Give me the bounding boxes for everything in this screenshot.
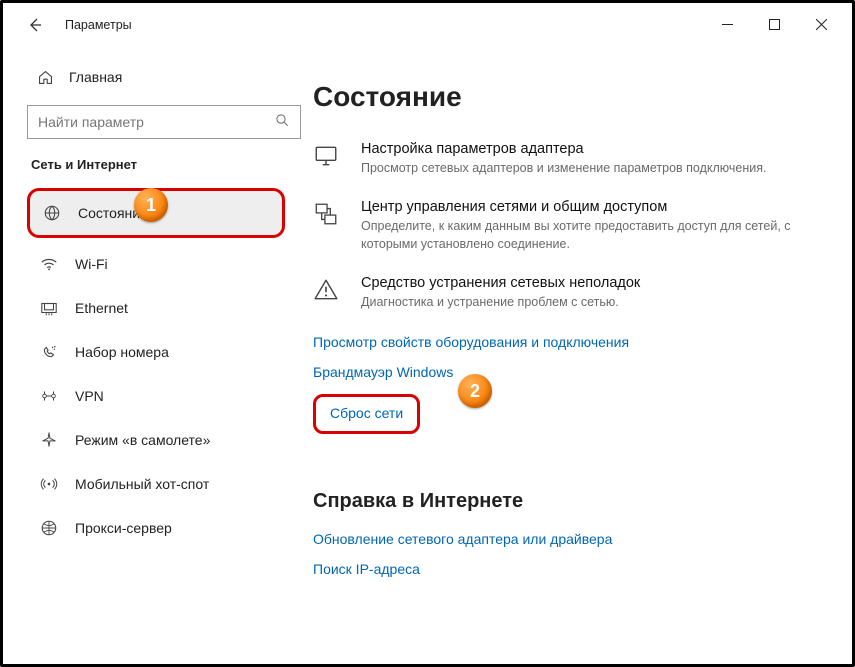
sidebar-home[interactable]: Главная <box>27 59 307 95</box>
sidebar-item-label: Ethernet <box>75 300 128 316</box>
sidebar-item-label: Мобильный хот-спот <box>75 476 209 492</box>
airplane-icon <box>39 430 59 450</box>
card-desc: Определите, к каким данным вы хотите пре… <box>361 217 818 253</box>
monitor-icon <box>313 141 343 177</box>
window-title: Параметры <box>65 18 132 32</box>
search-input[interactable]: Найти параметр <box>27 105 301 139</box>
sidebar-item-ethernet[interactable]: Ethernet <box>27 286 307 330</box>
titlebar: Параметры <box>3 3 852 47</box>
close-icon <box>816 19 827 30</box>
close-button[interactable] <box>799 9 844 39</box>
sidebar-section-label: Сеть и Интернет <box>31 157 307 172</box>
proxy-icon <box>39 518 59 538</box>
window-controls <box>705 9 844 39</box>
network-center-icon <box>313 199 343 253</box>
sidebar-item-dialup[interactable]: Набор номера <box>27 330 307 374</box>
card-desc: Просмотр сетевых адаптеров и изменение п… <box>361 159 766 177</box>
link-help-find-ip[interactable]: Поиск IP-адреса <box>313 561 818 577</box>
link-help-update-adapter[interactable]: Обновление сетевого адаптера или драйвер… <box>313 531 818 547</box>
card-network-center[interactable]: Центр управления сетями и общим доступом… <box>313 199 818 253</box>
search-placeholder: Найти параметр <box>38 114 144 130</box>
sidebar-item-label: VPN <box>75 388 104 404</box>
sidebar-item-label: Режим «в самолете» <box>75 432 210 448</box>
arrow-left-icon <box>27 17 43 33</box>
annotation-badge-1: 1 <box>134 188 168 222</box>
help-section-title: Справка в Интернете <box>313 490 818 513</box>
minimize-button[interactable] <box>705 9 750 39</box>
main-panel: Состояние Настройка параметров адаптера … <box>313 47 852 664</box>
back-button[interactable] <box>23 13 47 37</box>
sidebar-home-label: Главная <box>69 69 122 85</box>
card-title: Настройка параметров адаптера <box>361 141 766 157</box>
sidebar-item-label: Прокси-сервер <box>75 520 172 536</box>
hotspot-icon <box>39 474 59 494</box>
card-title: Центр управления сетями и общим доступом <box>361 199 818 215</box>
vpn-icon <box>39 386 59 406</box>
minimize-icon <box>722 19 733 30</box>
dialup-icon <box>39 342 59 362</box>
card-adapter-params[interactable]: Настройка параметров адаптера Просмотр с… <box>313 141 818 177</box>
search-icon <box>275 113 290 131</box>
card-troubleshoot[interactable]: Средство устранения сетевых неполадок Ди… <box>313 275 818 311</box>
sidebar-item-hotspot[interactable]: Мобильный хот-спот <box>27 462 307 506</box>
maximize-icon <box>769 19 780 30</box>
link-hardware-properties[interactable]: Просмотр свойств оборудования и подключе… <box>313 334 818 350</box>
globe-icon <box>42 203 62 223</box>
card-desc: Диагностика и устранение проблем с сетью… <box>361 293 640 311</box>
maximize-button[interactable] <box>752 9 797 39</box>
sidebar: Главная Найти параметр Сеть и Интернет С… <box>3 47 313 664</box>
sidebar-item-label: Набор номера <box>75 344 169 360</box>
wifi-icon <box>39 254 59 274</box>
link-firewall[interactable]: Брандмауэр Windows <box>313 364 818 380</box>
sidebar-item-wifi[interactable]: Wi-Fi <box>27 242 307 286</box>
warning-icon <box>313 275 343 311</box>
annotation-badge-2: 2 <box>458 374 492 408</box>
page-title: Состояние <box>313 81 818 113</box>
card-title: Средство устранения сетевых неполадок <box>361 275 640 291</box>
ethernet-icon <box>39 298 59 318</box>
sidebar-item-vpn[interactable]: VPN <box>27 374 307 418</box>
link-network-reset[interactable]: Сброс сети <box>313 394 420 434</box>
sidebar-item-label: Wi-Fi <box>75 256 108 272</box>
sidebar-item-airplane[interactable]: Режим «в самолете» <box>27 418 307 462</box>
home-icon <box>35 67 55 87</box>
sidebar-item-proxy[interactable]: Прокси-сервер <box>27 506 307 550</box>
